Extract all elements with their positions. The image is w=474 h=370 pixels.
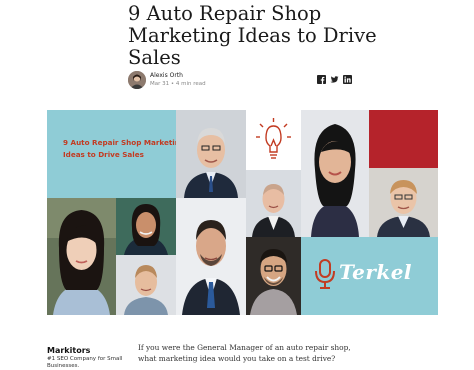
- portrait-photo: [246, 170, 301, 237]
- twitter-icon[interactable]: [330, 75, 339, 84]
- brand-tile: Terkel: [301, 237, 438, 315]
- article-title: 9 Auto Repair Shop Marketing Ideas to Dr…: [128, 2, 377, 69]
- portrait-photo: [369, 168, 438, 237]
- portrait-photo: [116, 198, 176, 255]
- portrait-photo: [47, 198, 116, 315]
- hero-collage: 9 Auto Repair Shop Marketing Ideas to Dr…: [47, 110, 438, 315]
- portrait-photo: [246, 237, 301, 315]
- linkedin-icon[interactable]: [343, 75, 352, 84]
- hero-title-tile: 9 Auto Repair Shop Marketing Ideas to Dr…: [47, 110, 176, 198]
- article-intro: If you were the General Manager of an au…: [138, 343, 351, 363]
- byline: Alexis Orth Mar 31 • 4 min read: [128, 71, 348, 93]
- lightbulb-tile: [246, 110, 301, 170]
- red-block: [369, 110, 438, 168]
- author-avatar[interactable]: [128, 71, 146, 89]
- author-name[interactable]: Alexis Orth: [150, 72, 183, 79]
- share-icons: [317, 75, 352, 85]
- hero-heading: 9 Auto Repair Shop Marketing Ideas to Dr…: [63, 138, 176, 159]
- portrait-photo: [176, 198, 246, 315]
- lightbulb-icon: [256, 118, 291, 159]
- post-meta: Mar 31 • 4 min read: [150, 81, 206, 87]
- facebook-icon[interactable]: [317, 75, 326, 84]
- portrait-photo: [301, 110, 369, 237]
- sidebar-brand[interactable]: Markitors: [47, 346, 90, 355]
- portrait-photo: [176, 110, 246, 198]
- brand-name: Terkel: [339, 260, 413, 284]
- sidebar-tagline: #1 SEO Company for Small Businesses.: [47, 356, 123, 369]
- portrait-photo: [116, 255, 176, 315]
- microphone-icon: [315, 259, 335, 289]
